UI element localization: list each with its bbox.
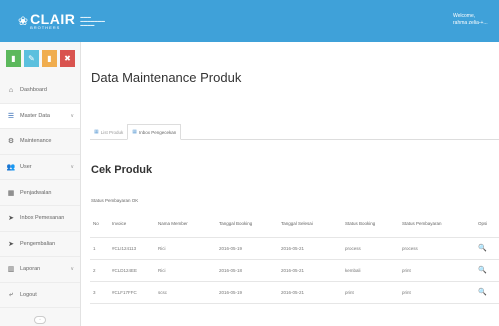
sidebar-item-label: Penjadwalan xyxy=(20,189,52,196)
sidebar-item-laporan[interactable]: ▥ Laporan ∨ xyxy=(0,257,80,283)
sidebar-item-maintenance[interactable]: ⚙ Maintenance xyxy=(0,129,80,155)
logout-icon: ⤶ xyxy=(9,291,13,299)
sidebar-item-logout[interactable]: ⤶ Logout xyxy=(0,283,80,309)
bar-icon: ▮ xyxy=(11,54,16,63)
arrow-icon: ➤ xyxy=(8,240,14,248)
tab-label: List Produk xyxy=(100,129,124,135)
close-icon: ✖ xyxy=(64,54,71,63)
table-cell: 2016-05-19 xyxy=(216,280,278,304)
welcome-text: Welcome, xyxy=(453,13,476,19)
users-icon: 👥 xyxy=(6,164,16,172)
sidebar-item-user[interactable]: 👥 User ∨ xyxy=(0,155,80,181)
table-row: 1 #CLI124113 Rici 2016-05-19 2016-05-21 … xyxy=(90,236,499,259)
gear-icon: ⚙ xyxy=(7,138,15,146)
calendar-icon: ▦ xyxy=(7,189,15,197)
quick-button-green[interactable]: ▮ xyxy=(6,50,21,67)
table-cell: 2016-05-21 xyxy=(278,280,342,304)
column-header: Invoice xyxy=(112,220,127,226)
home-icon: ⌂ xyxy=(8,86,14,94)
tab-inbox-pengecekan[interactable]: ▦ Inbox Pengecekan xyxy=(127,124,182,140)
main-content: Data Maintenance Produk ▦ List Produk ▦ In… xyxy=(81,42,499,326)
quick-button-blue[interactable]: ✎ xyxy=(24,50,39,67)
chevron-down-icon: ∨ xyxy=(70,164,74,171)
sidebar-item-label: User xyxy=(20,164,32,171)
sidebar-item-label: Maintenance xyxy=(20,138,52,145)
section-title: Cek Produk xyxy=(91,164,153,176)
sidebar-item-pengembalian[interactable]: ➤ Pengembalian xyxy=(0,232,80,258)
table-cell: kembali xyxy=(342,258,399,281)
table-cell: scsc xyxy=(155,280,216,304)
table-cell: #CLF17FFC xyxy=(109,280,155,304)
sidebar-item-label: Pengembalian xyxy=(20,240,56,247)
table-cell: print xyxy=(342,280,399,304)
sidebar-item-label: Dashboard xyxy=(20,87,47,94)
table-row: 2 #CLD124EE Rici 2016-05-18 2016-05-21 k… xyxy=(90,258,499,281)
table-cell: #CLI124113 xyxy=(109,236,155,259)
report-icon: ▥ xyxy=(7,266,15,274)
produk-table: No Invoice Nama Member Tanggal Booking T… xyxy=(90,210,499,304)
table-row: 3 #CLF17FFC scsc 2016-05-19 2016-05-21 p… xyxy=(90,280,499,304)
tab-label: Inbox Pengecekan xyxy=(138,129,177,135)
bar-icon: ▮ xyxy=(47,54,52,63)
tab-list-produk[interactable]: ▦ List Produk xyxy=(90,124,127,140)
column-header: Opsi xyxy=(478,220,488,226)
table-cell: 2 xyxy=(90,258,109,281)
sidebar-collapse-button[interactable]: ◦ xyxy=(34,316,46,324)
column-header: Status Pembayaran xyxy=(402,220,442,226)
table-cell: 2016-05-18 xyxy=(216,258,278,281)
search-icon[interactable]: 🔍 xyxy=(478,267,487,274)
table-cell: 1 xyxy=(90,236,109,259)
status-label: Status Pembayaran OK xyxy=(91,198,139,203)
quick-buttons: ▮ ✎ ▮ ✖ xyxy=(0,42,80,78)
column-header: Status Booking xyxy=(345,220,376,226)
page-title: Data Maintenance Produk xyxy=(91,70,242,85)
user-menu[interactable]: Welcome, rahma zelia-+... xyxy=(453,13,495,27)
sidebar: ▮ ✎ ▮ ✖ ⌂ Dashboard ☰ Master Data ∨ ⚙ Mainte… xyxy=(0,42,81,326)
search-icon[interactable]: 🔍 xyxy=(478,245,487,252)
arrow-icon: ➤ xyxy=(8,215,14,223)
chevron-down-icon: ∨ xyxy=(70,266,74,273)
search-icon[interactable]: 🔍 xyxy=(478,289,487,296)
app-logo[interactable]: ❀ CLAIR BROTHERS ▬▬▬ ▬▬▬▬▬▬▬ ▬▬▬▬ xyxy=(18,12,106,30)
table-cell: 2016-05-21 xyxy=(278,258,342,281)
sidebar-item-label: Inbox Pemesanan xyxy=(20,215,65,222)
top-bar: ❀ CLAIR BROTHERS ▬▬▬ ▬▬▬▬▬▬▬ ▬▬▬▬ Welcome… xyxy=(0,0,499,42)
logo-mark-icon: ❀ xyxy=(18,14,29,28)
table-header-row: No Invoice Nama Member Tanggal Booking T… xyxy=(90,210,499,237)
sidebar-item-label: Laporan xyxy=(20,266,41,273)
table-cell: 2016-05-19 xyxy=(216,236,278,259)
table-cell: Rici xyxy=(155,236,216,259)
sidebar-item-penjadwalan[interactable]: ▦ Penjadwalan xyxy=(0,180,80,206)
table-cell: process xyxy=(342,236,399,259)
sidebar-item-label: Logout xyxy=(20,292,37,299)
user-name: rahma zelia-+... xyxy=(453,20,488,26)
sidebar-item-master-data[interactable]: ☰ Master Data ∨ xyxy=(0,103,80,130)
sidebar-item-inbox-pemesanan[interactable]: ➤ Inbox Pemesanan xyxy=(0,206,80,232)
tab-bar: ▦ List Produk ▦ Inbox Pengecekan xyxy=(90,124,499,140)
table-cell: 3 xyxy=(90,280,109,304)
logo-tagline: ▬▬▬ ▬▬▬▬▬▬▬ ▬▬▬▬ xyxy=(80,15,105,27)
pencil-icon: ✎ xyxy=(28,54,35,63)
table-cell: print xyxy=(399,280,475,304)
column-header: Nama Member xyxy=(158,220,188,226)
sidebar-item-label: Master Data xyxy=(20,112,50,119)
table-cell: 2016-05-21 xyxy=(278,236,342,259)
table-cell: process xyxy=(399,236,475,259)
column-header: Tanggal Booking xyxy=(219,220,253,226)
column-header: No xyxy=(93,220,99,226)
quick-button-red[interactable]: ✖ xyxy=(60,50,75,67)
table-cell: #CLD124EE xyxy=(109,258,155,281)
list-icon: ☰ xyxy=(7,112,15,120)
chevron-down-icon: ∨ xyxy=(70,112,74,119)
quick-button-orange[interactable]: ▮ xyxy=(42,50,57,67)
table-cell: print xyxy=(399,258,475,281)
table-icon: ▦ xyxy=(132,129,137,135)
sidebar-nav: ⌂ Dashboard ☰ Master Data ∨ ⚙ Maintenance 👥 U… xyxy=(0,78,80,309)
table-icon: ▦ xyxy=(94,129,99,135)
sidebar-item-dashboard[interactable]: ⌂ Dashboard xyxy=(0,78,80,104)
column-header: Tanggal Selesai xyxy=(281,220,313,226)
table-cell: Rici xyxy=(155,258,216,281)
